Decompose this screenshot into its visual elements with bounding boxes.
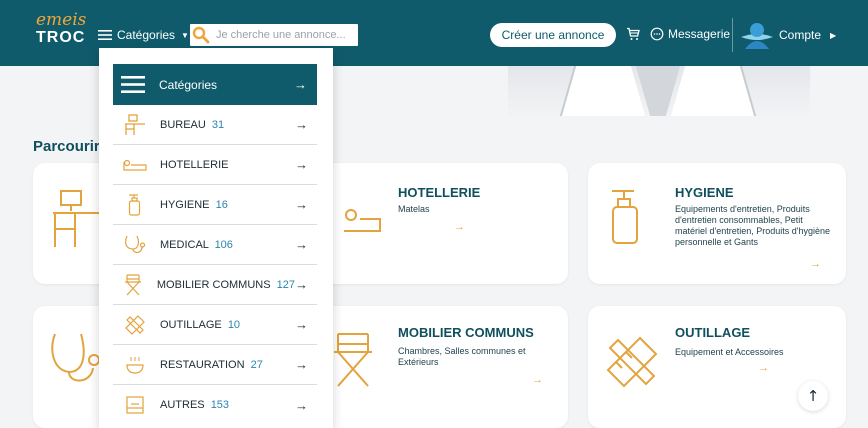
stethoscope-icon [123, 234, 147, 256]
lab-coat-image [559, 66, 757, 116]
search-bar [190, 24, 358, 46]
account-label: Compte [779, 28, 822, 42]
chair-icon [123, 273, 144, 296]
dropdown-header-label: Catégories [159, 77, 218, 92]
item-count: 31 [211, 118, 225, 131]
messages-link[interactable]: Messagerie [650, 27, 730, 41]
item-count: 153 [210, 399, 230, 411]
soap-bottle-icon [612, 190, 638, 244]
item-count: 127 [276, 278, 295, 291]
arrow-right-icon: → [295, 197, 308, 212]
soap-bottle-icon [123, 193, 147, 216]
desk-icon [53, 190, 103, 247]
dropdown-item-label: HYGIENE 16 [160, 198, 228, 211]
account-menu[interactable]: Compte ▶ [779, 28, 836, 42]
category-card-hygiene[interactable]: HYGIENE Equipements d'entretien, Produit… [588, 163, 846, 284]
dish-icon [123, 354, 147, 376]
dropdown-item-restauration[interactable]: RESTAURATION 27 → [113, 345, 317, 385]
item-count: 27 [250, 358, 263, 371]
card-title: MOBILIER COMMUNS [398, 325, 534, 340]
bed-icon [123, 154, 147, 176]
messages-label: Messagerie [668, 27, 731, 41]
banner-image [508, 66, 810, 116]
category-card-hotellerie[interactable]: HOTELLERIE Matelas → [312, 163, 568, 284]
card-description: Matelas [398, 204, 430, 214]
arrow-right-icon: → [810, 258, 821, 270]
stethoscope-icon [51, 333, 100, 382]
category-card-mobilier-communs[interactable]: MOBILIER COMMUNS Chambres, Salles commun… [312, 306, 568, 428]
tools-icon [123, 314, 147, 336]
cart-icon[interactable] [626, 27, 640, 41]
arrow-right-icon: → [295, 277, 308, 292]
header-divider [732, 18, 733, 52]
arrow-right-icon: → [295, 357, 308, 372]
dropdown-item-label: HOTELLERIE [160, 158, 229, 171]
caret-right-icon: ▶ [830, 30, 837, 40]
avatar[interactable] [739, 17, 775, 53]
arrow-right-icon: → [758, 362, 769, 374]
hamburger-icon [98, 30, 112, 40]
arrow-right-icon: → [294, 77, 307, 92]
logo-text-bottom: TROC [36, 29, 86, 46]
search-icon[interactable] [190, 24, 212, 46]
dropdown-item-label: AUTRES 153 [160, 399, 230, 411]
arrow-right-icon: → [295, 397, 308, 413]
search-input[interactable] [212, 29, 352, 41]
hamburger-icon [121, 76, 145, 93]
dropdown-item-label: RESTAURATION 27 [160, 358, 263, 371]
box-icon [123, 394, 147, 416]
dropdown-item-outillage[interactable]: OUTILLAGE 10 → [113, 305, 317, 345]
dropdown-item-autres[interactable]: AUTRES 153 → [113, 385, 317, 425]
categories-dropdown: Catégories → BUREAU 31 → HOTELLERIE → HY… [99, 48, 333, 428]
create-listing-button[interactable]: Créer une annonce [490, 23, 616, 47]
chat-bubble-icon [650, 27, 664, 41]
categories-menu-label: Catégories [117, 28, 176, 42]
arrow-right-icon: → [454, 221, 465, 233]
categories-menu-button[interactable]: Catégories ▼ [98, 26, 189, 44]
dropdown-header-categories[interactable]: Catégories → [113, 64, 317, 105]
tools-icon [606, 336, 658, 388]
dropdown-item-medical[interactable]: MEDICAL 106 → [113, 225, 317, 265]
card-title: OUTILLAGE [675, 325, 751, 340]
logo-text-top: emeis [36, 10, 87, 30]
dropdown-item-label: MEDICAL 106 [160, 238, 233, 251]
logo[interactable]: emeis TROC [36, 12, 86, 46]
item-count: 10 [227, 318, 241, 331]
dropdown-item-label: MOBILIER COMMUNS 127 [156, 278, 295, 291]
scroll-to-top-button[interactable]: ↑ [798, 381, 828, 411]
item-count: 106 [214, 238, 233, 251]
caret-down-icon: ▼ [181, 30, 189, 40]
arrow-right-icon: → [295, 157, 308, 172]
card-description: Equipement et Accessoires [675, 347, 784, 357]
arrow-right-icon: → [295, 117, 308, 132]
arrow-right-icon: → [295, 317, 308, 332]
dropdown-item-hygiene[interactable]: HYGIENE 16 → [113, 185, 317, 225]
arrow-right-icon: → [295, 237, 308, 252]
dropdown-item-label: BUREAU 31 [160, 118, 225, 131]
section-title: Parcourir [33, 138, 100, 155]
card-title: HOTELLERIE [398, 185, 481, 200]
dropdown-item-label: OUTILLAGE 10 [160, 318, 241, 331]
dropdown-item-bureau[interactable]: BUREAU 31 → [113, 105, 317, 145]
dropdown-item-hotellerie[interactable]: HOTELLERIE → [113, 145, 317, 185]
card-description: Equipements d'entretien, Produits d'entr… [675, 204, 831, 247]
card-description: Chambres, Salles communes et Extérieurs [398, 346, 526, 367]
chair-icon [334, 333, 372, 387]
dropdown-item-mobilier-communs[interactable]: MOBILIER COMMUNS 127 → [113, 265, 317, 305]
desk-icon [123, 113, 147, 136]
arrow-right-icon: → [532, 374, 543, 386]
card-title: HYGIENE [675, 185, 734, 200]
item-count: 16 [215, 198, 228, 211]
